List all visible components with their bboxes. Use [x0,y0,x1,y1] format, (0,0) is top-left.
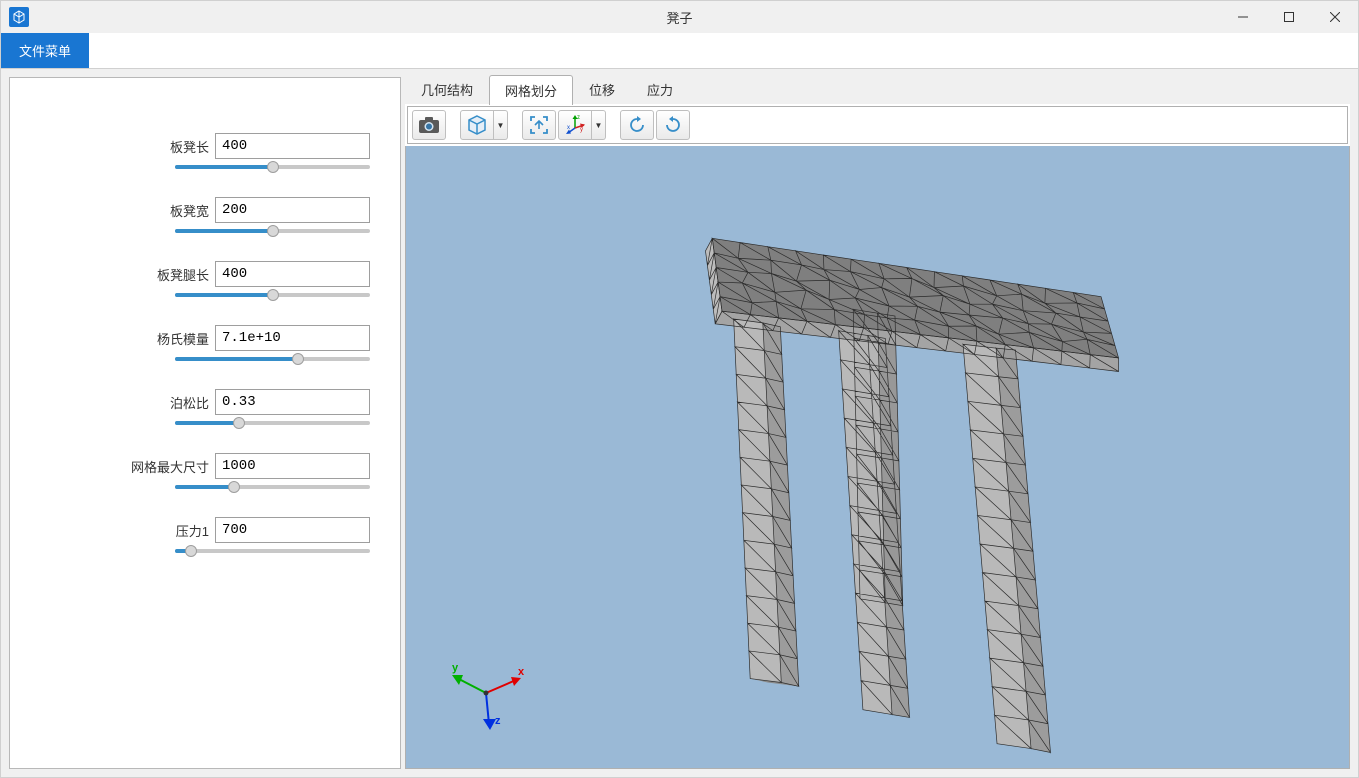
param-row: 压力1 [40,517,370,553]
param-row: 杨氏模量 [40,325,370,361]
minimize-button[interactable] [1220,1,1266,33]
axis-z-label: z [495,715,501,727]
svg-text:x: x [567,125,570,131]
axes-dropdown[interactable]: z y x ▼ [558,110,606,140]
content-area: 板凳长 板凳宽 板凳腿长 [1,69,1358,777]
parameters-panel: 板凳长 板凳宽 板凳腿长 [9,77,401,769]
chevron-down-icon[interactable]: ▼ [592,110,606,140]
param-row: 板凳腿长 [40,261,370,297]
param-label: 杨氏模量 [157,329,209,348]
param-input[interactable] [215,261,370,287]
param-slider[interactable] [40,485,370,489]
param-slider[interactable] [40,357,370,361]
cube-icon[interactable] [460,110,494,140]
camera-icon[interactable] [412,110,446,140]
svg-text:z: z [577,115,580,121]
view-tabs: 几何结构网格划分位移应力 [405,77,1350,104]
file-menu[interactable]: 文件菜单 [1,33,89,68]
app-window: 凳子 文件菜单 板凳长 [0,0,1359,778]
app-icon [9,7,29,27]
param-label: 板凳宽 [170,201,209,220]
param-row: 板凳长 [40,133,370,169]
param-input[interactable] [215,197,370,223]
viewport-panel: 几何结构网格划分位移应力 ▼ [405,77,1350,769]
cube-view-dropdown[interactable]: ▼ [460,110,508,140]
rotate-right-icon[interactable] [656,110,690,140]
menubar: 文件菜单 [1,33,1358,69]
param-label: 压力1 [176,521,209,540]
param-input[interactable] [215,325,370,351]
maximize-button[interactable] [1266,1,1312,33]
viewport-toolbar: ▼ z y [407,106,1348,144]
close-button[interactable] [1312,1,1358,33]
param-slider[interactable] [40,549,370,553]
param-row: 泊松比 [40,389,370,425]
3d-viewport[interactable]: x y z [405,146,1350,769]
tab[interactable]: 网格划分 [489,75,573,105]
axis-x-label: x [518,666,525,678]
param-slider[interactable] [40,229,370,233]
param-label: 板凳腿长 [157,265,209,284]
param-slider[interactable] [40,421,370,425]
param-label: 板凳长 [170,137,209,156]
param-slider[interactable] [40,165,370,169]
param-input[interactable] [215,517,370,543]
param-row: 网格最大尺寸 [40,453,370,489]
param-label: 泊松比 [170,393,209,412]
svg-text:y: y [580,127,583,133]
param-input[interactable] [215,453,370,479]
tab[interactable]: 位移 [573,74,631,104]
window-controls [1220,1,1358,33]
tab[interactable]: 几何结构 [405,74,489,104]
axis-indicator: x y z [441,658,531,738]
mesh-render [406,146,1349,768]
param-input[interactable] [215,133,370,159]
chevron-down-icon[interactable]: ▼ [494,110,508,140]
window-title: 凳子 [666,8,692,27]
titlebar: 凳子 [1,1,1358,33]
tab[interactable]: 应力 [631,74,689,104]
rotate-left-icon[interactable] [620,110,654,140]
fit-view-icon[interactable] [522,110,556,140]
axes-icon[interactable]: z y x [558,110,592,140]
param-input[interactable] [215,389,370,415]
axis-y-label: y [452,662,459,674]
param-label: 网格最大尺寸 [131,457,209,476]
param-row: 板凳宽 [40,197,370,233]
param-slider[interactable] [40,293,370,297]
toolbar-container: ▼ z y [405,104,1350,146]
